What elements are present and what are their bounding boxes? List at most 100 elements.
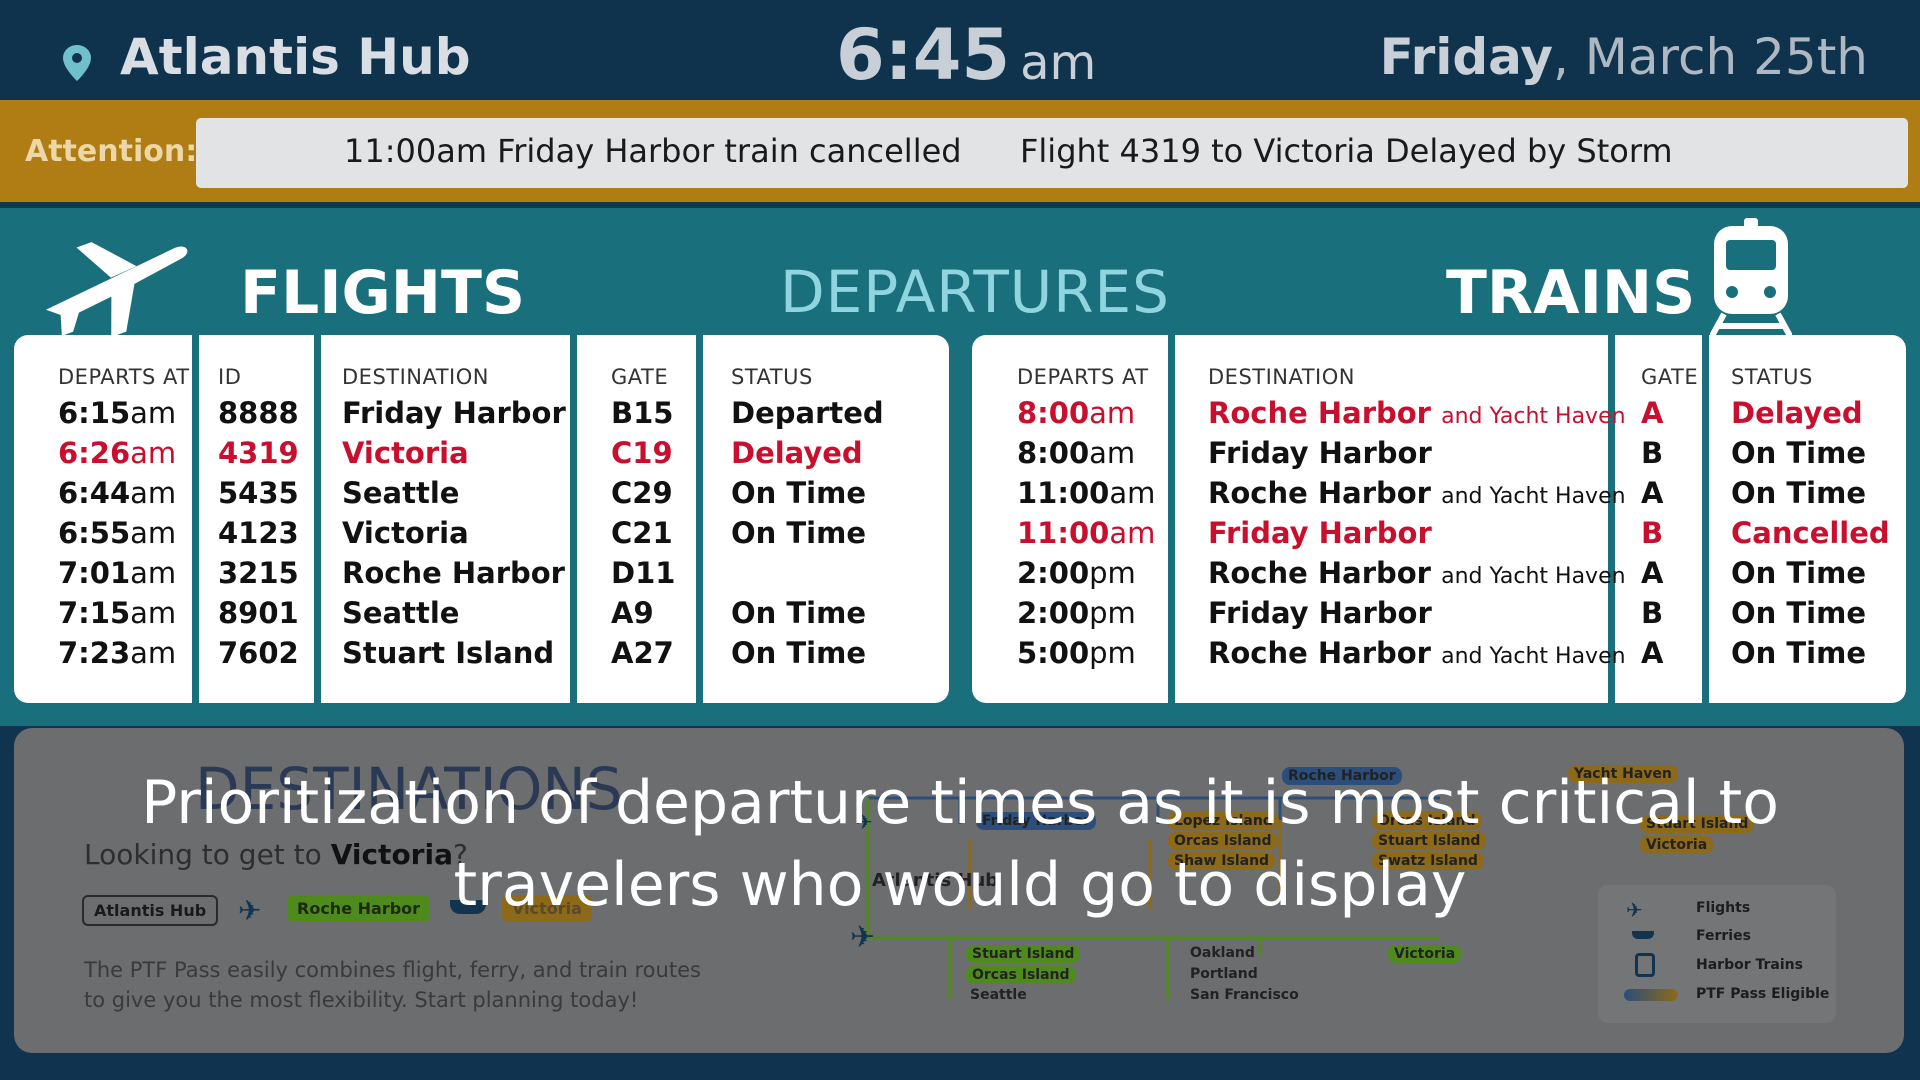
table-cell: A: [1641, 476, 1664, 510]
train-legend-icon: [1635, 953, 1655, 977]
status-cell: [731, 553, 884, 593]
flights-col-destination: DESTINATION Friday Harbor Victoria Seatt…: [342, 365, 566, 673]
date: Friday, March 25th: [1380, 28, 1868, 86]
legend-label: Harbor Trains: [1696, 957, 1803, 973]
table-cell: Victoria: [342, 436, 469, 470]
table-cell: Roche Harbor and Yacht Haven: [1208, 396, 1626, 430]
table-cell: A9: [611, 596, 654, 630]
table-cell: 11:00am: [1017, 516, 1156, 550]
column-header: DEPARTS AT: [58, 365, 190, 389]
header-bar: Atlantis Hub 6:45 am Friday, March 25th: [0, 0, 1920, 100]
status-cell: On Time: [731, 596, 867, 630]
table-cell: 5:00pm: [1017, 636, 1136, 670]
table-cell: 7602: [218, 636, 299, 670]
table-cell: B15: [611, 396, 674, 430]
trains-col-departs: DEPARTS AT 8:00am 8:00am 11:00am 11:00am…: [1017, 365, 1155, 673]
status-cell: On Time: [1731, 636, 1867, 670]
table-cell: A: [1641, 636, 1664, 670]
status-cell: On Time: [1731, 436, 1867, 470]
column-header: ID: [218, 365, 242, 389]
table-cell: B: [1641, 516, 1664, 550]
status-cell: On Time: [731, 516, 867, 550]
table-cell: 8:00am: [1017, 436, 1136, 470]
table-cell: 6:15am: [58, 396, 177, 430]
table-cell: 8:00am: [1017, 396, 1136, 430]
map-label: Victoria: [1388, 945, 1462, 963]
clock-time: 6:45: [836, 14, 1011, 96]
flights-col-departs: DEPARTS AT 6:15am 6:26am 6:44am 6:55am 7…: [58, 365, 190, 673]
status-cell: On Time: [731, 636, 867, 670]
table-cell: 6:55am: [58, 516, 177, 550]
column-header: GATE: [1641, 365, 1699, 389]
clock: 6:45 am: [836, 14, 1096, 96]
table-cell: Roche Harbor and Yacht Haven: [1208, 476, 1626, 510]
table-cell: 2:00pm: [1017, 556, 1136, 590]
map-label: Portland: [1190, 966, 1258, 982]
attention-ticker: 11:00am Friday Harbor train cancelled Fl…: [196, 118, 1908, 188]
table-cell: C19: [611, 436, 673, 470]
table-cell: 7:01am: [58, 556, 177, 590]
attention-message: 11:00am Friday Harbor train cancelled: [344, 132, 962, 170]
departures-title: DEPARTURES: [780, 258, 1170, 326]
table-cell: Roche Harbor: [342, 556, 565, 590]
status-cell: Delayed: [731, 436, 863, 470]
table-cell: Roche Harbor and Yacht Haven: [1208, 556, 1626, 590]
table-cell: 6:44am: [58, 476, 177, 510]
train-icon: [1710, 218, 1792, 336]
table-cell: 8888: [218, 396, 299, 430]
flights-title: FLIGHTS: [240, 258, 526, 328]
pass-legend-swatch: [1624, 989, 1678, 1001]
table-cell: Roche Harbor and Yacht Haven: [1208, 636, 1626, 670]
clock-ampm: am: [1020, 35, 1097, 91]
status-cell: On Time: [731, 476, 867, 510]
table-cell: B: [1641, 596, 1664, 630]
table-cell: Stuart Island: [342, 636, 555, 670]
column-header: DESTINATION: [342, 365, 489, 389]
status-cell: On Time: [1731, 596, 1867, 630]
map-label: Stuart Island: [966, 945, 1081, 963]
table-cell: 8901: [218, 596, 299, 630]
status-cell: Cancelled: [1731, 516, 1890, 550]
column-header: DESTINATION: [1208, 365, 1355, 389]
table-cell: 4123: [218, 516, 299, 550]
table-cell: 5435: [218, 476, 299, 510]
trains-col-destination: DESTINATION Roche Harbor and Yacht Haven…: [1208, 365, 1626, 673]
flights-col-id: ID 8888 4319 5435 4123 3215 8901 7602: [218, 365, 299, 673]
date-text: , March 25th: [1552, 28, 1868, 86]
hub-name: Atlantis Hub: [120, 28, 471, 86]
map-label: San Francisco: [1190, 987, 1299, 1003]
map-label: Oakland: [1190, 945, 1255, 961]
trains-title: TRAINS: [1446, 258, 1696, 328]
status-cell: Departed: [731, 396, 884, 430]
table-cell: 4319: [218, 436, 299, 470]
table-cell: 11:00am: [1017, 476, 1156, 510]
attention-label: Attention:: [25, 134, 198, 169]
flights-col-gate: GATE B15 C19 C29 C21 D11 A9 A27: [611, 365, 675, 673]
status-cell: On Time: [1731, 556, 1867, 590]
table-cell: B: [1641, 436, 1664, 470]
table-cell: 6:26am: [58, 436, 177, 470]
column-header: DEPARTS AT: [1017, 365, 1149, 389]
destinations-blurb: The PTF Pass easily combines flight, fer…: [84, 958, 701, 1012]
column-header: STATUS: [1731, 365, 1813, 389]
table-cell: D11: [611, 556, 676, 590]
column-header: STATUS: [731, 365, 813, 389]
attention-message: Flight 4319 to Victoria Delayed by Storm: [1020, 132, 1673, 170]
table-cell: 7:15am: [58, 596, 177, 630]
trains-col-gate: GATE A B A B A B A: [1641, 365, 1698, 673]
legend-label: Ferries: [1696, 928, 1751, 944]
table-cell: A27: [611, 636, 674, 670]
attention-bar: Attention: 11:00am Friday Harbor train c…: [0, 100, 1920, 202]
table-cell: A: [1641, 556, 1664, 590]
legend-label: PTF Pass Eligible: [1696, 986, 1830, 1002]
table-cell: 7:23am: [58, 636, 177, 670]
caption-overlay: Prioritization of departure times as it …: [141, 768, 1779, 920]
status-cell: Delayed: [1731, 396, 1863, 430]
status-cell: On Time: [1731, 476, 1867, 510]
location-pin-icon: [63, 45, 91, 81]
date-day: Friday: [1379, 28, 1553, 86]
table-cell: 2:00pm: [1017, 596, 1136, 630]
map-label: Orcas Island: [966, 966, 1076, 984]
flights-col-status: STATUS Departed Delayed On Time On Time …: [731, 365, 884, 673]
table-cell: C21: [611, 516, 673, 550]
